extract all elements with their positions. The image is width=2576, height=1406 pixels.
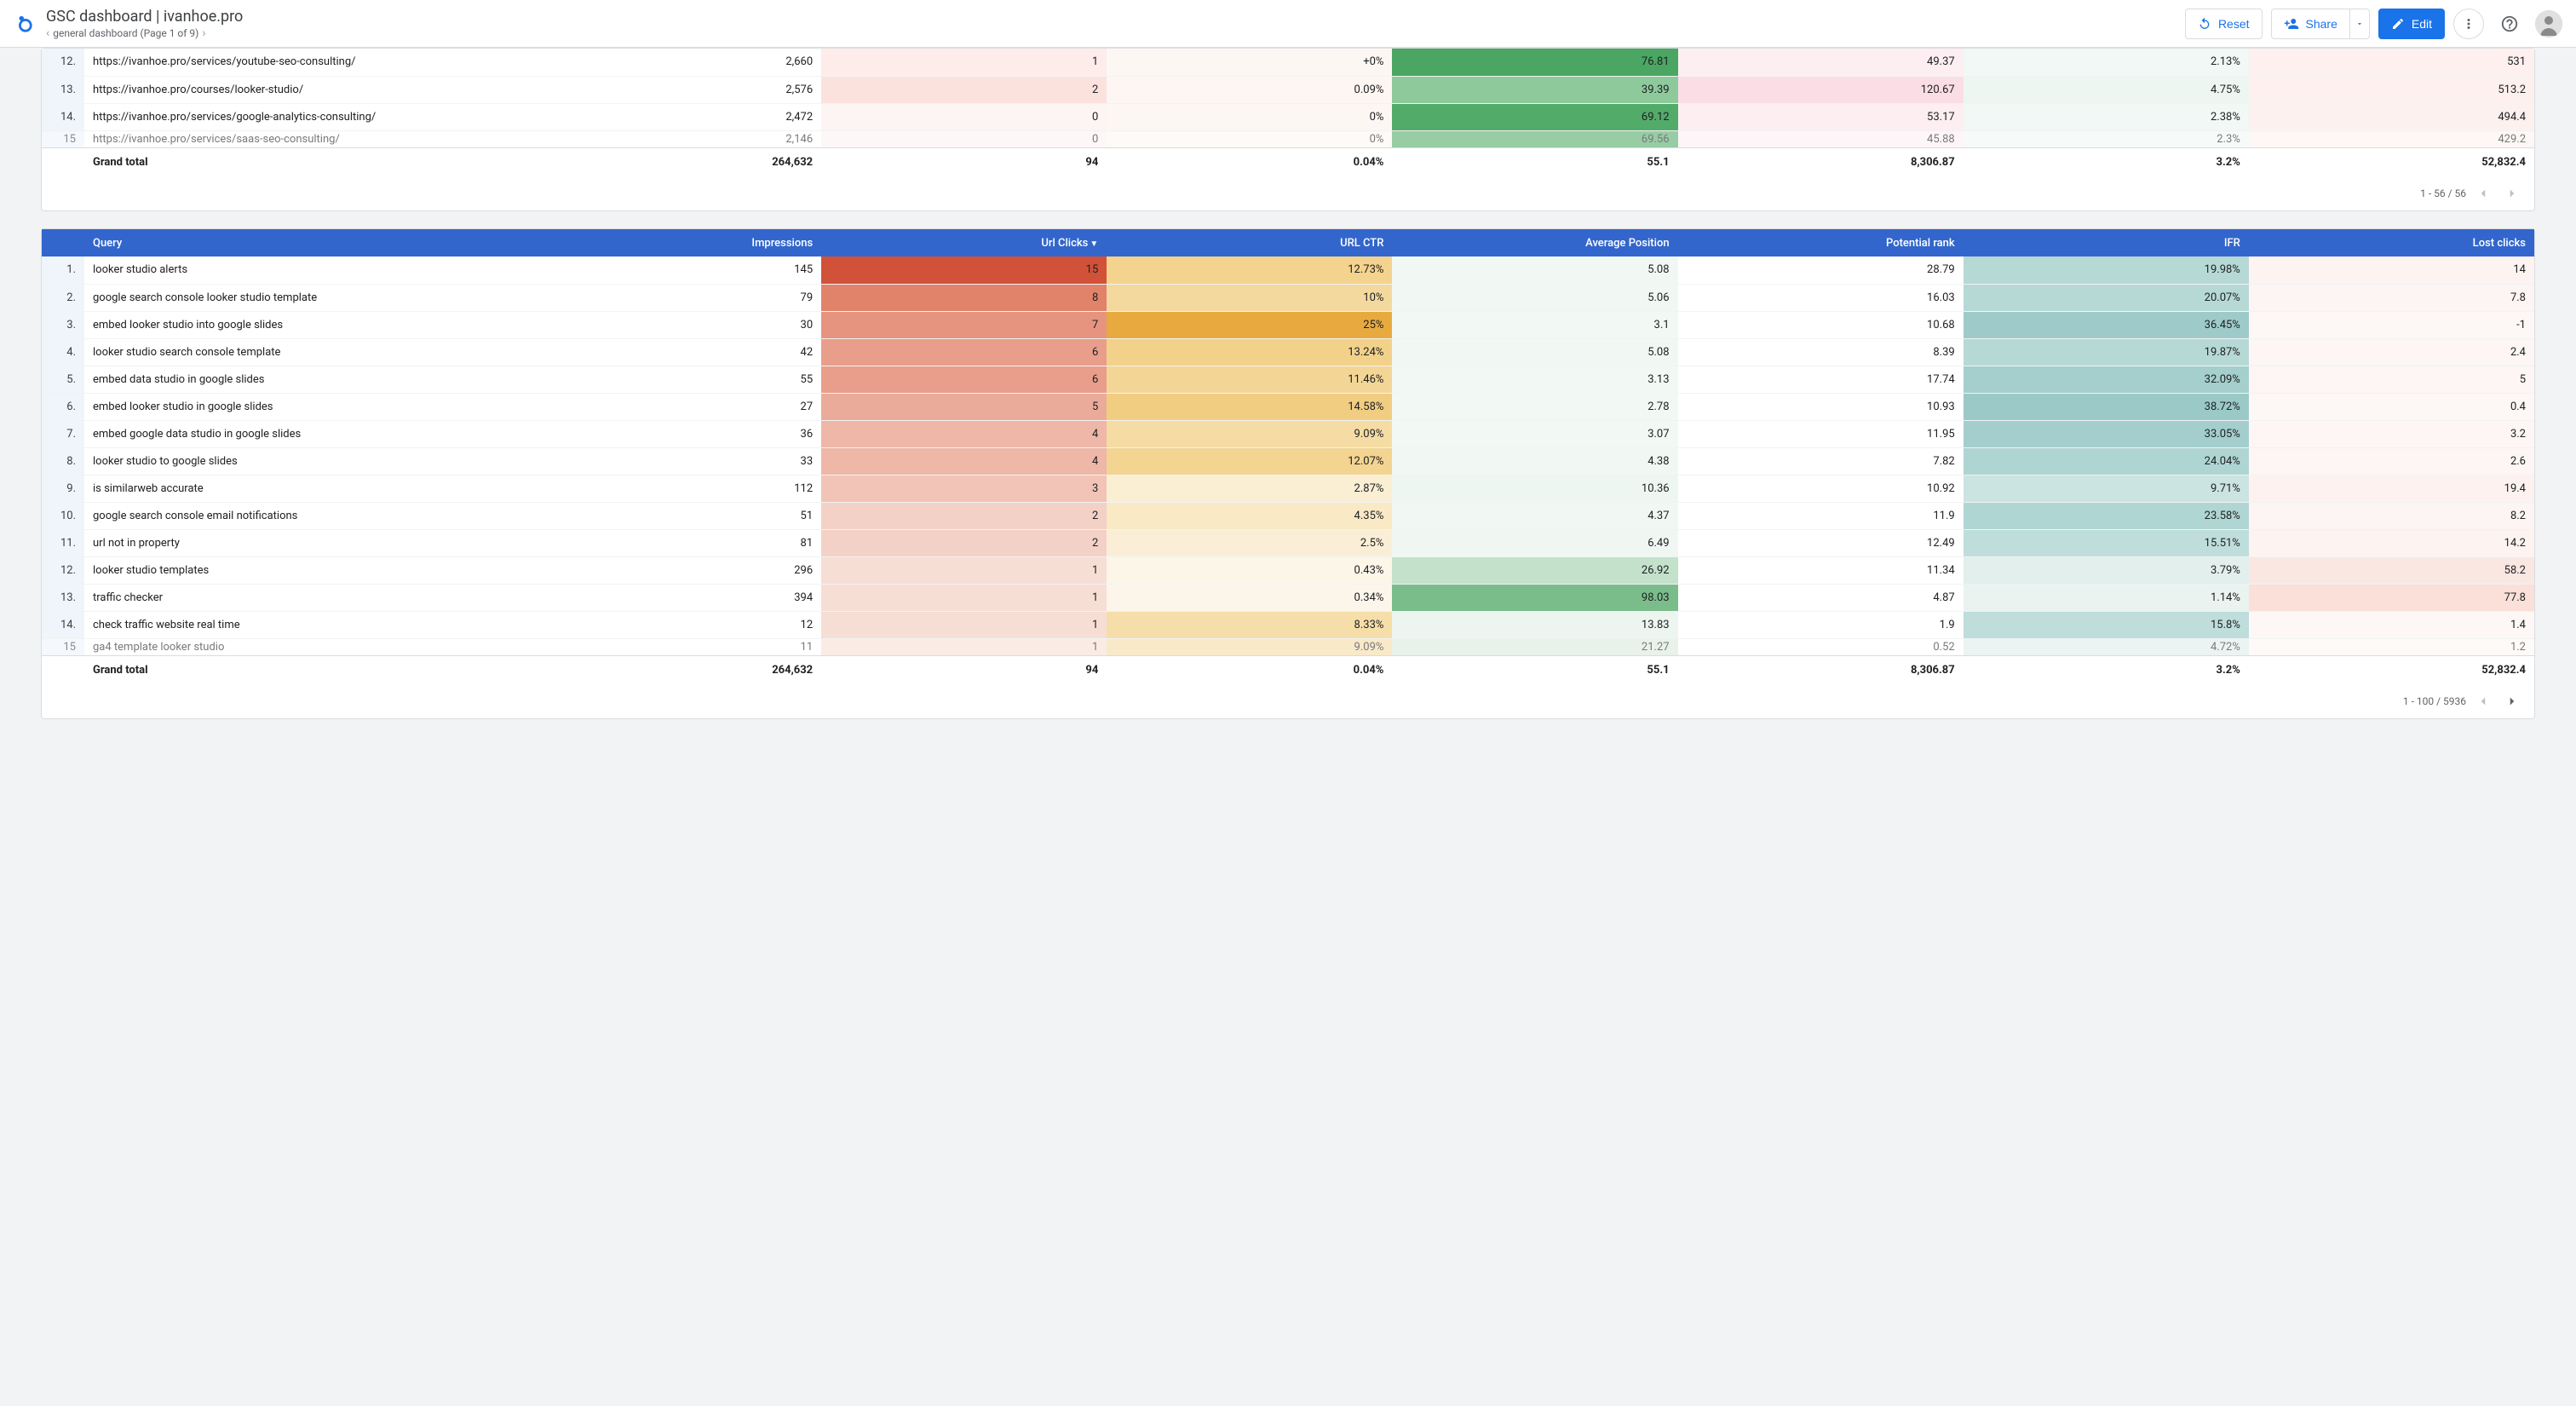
share-dropdown-button[interactable] bbox=[2350, 9, 2370, 39]
more-options-button[interactable] bbox=[2453, 9, 2484, 39]
query-table: Query Impressions Url Clicks▼ URL CTR Av… bbox=[42, 229, 2534, 684]
url-table-pager: 1 - 56 / 56 bbox=[42, 176, 2534, 210]
pager-prev-button[interactable] bbox=[2471, 182, 2495, 205]
table-row[interactable]: 2.google search console looker studio te… bbox=[42, 284, 2534, 311]
table-row[interactable]: 13.https://ivanhoe.pro/courses/looker-st… bbox=[42, 76, 2534, 103]
col-lost-clicks[interactable]: Lost clicks bbox=[2249, 229, 2534, 256]
url-grand-total-row: Grand total 264,632 94 0.04% 55.1 8,306.… bbox=[42, 147, 2534, 176]
col-potential-rank[interactable]: Potential rank bbox=[1678, 229, 1964, 256]
table-row[interactable]: 12.https://ivanhoe.pro/services/youtube-… bbox=[42, 49, 2534, 76]
reset-button[interactable]: Reset bbox=[2185, 9, 2263, 39]
reset-label: Reset bbox=[2218, 17, 2250, 31]
table-row-truncated: 15ga4 template looker studio1119.09%21.2… bbox=[42, 638, 2534, 655]
col-avg-position[interactable]: Average Position bbox=[1392, 229, 1677, 256]
chevron-left-icon[interactable]: ‹ bbox=[46, 26, 49, 40]
chevron-right-icon[interactable]: › bbox=[202, 26, 205, 40]
pager-next-button[interactable] bbox=[2500, 689, 2524, 713]
table-row[interactable]: 13.traffic checker39410.34%98.034.871.14… bbox=[42, 584, 2534, 611]
pager-range: 1 - 100 / 5936 bbox=[2403, 695, 2466, 707]
query-grand-total-row: Grand total 264,632 94 0.04% 55.1 8,306.… bbox=[42, 655, 2534, 684]
looker-studio-logo bbox=[14, 14, 34, 34]
table-row[interactable]: 10.google search console email notificat… bbox=[42, 502, 2534, 529]
col-query[interactable]: Query bbox=[84, 229, 536, 256]
share-button[interactable]: Share bbox=[2271, 9, 2350, 39]
table-row[interactable]: 1.looker studio alerts1451512.73%5.0828.… bbox=[42, 256, 2534, 284]
pager-range: 1 - 56 / 56 bbox=[2420, 187, 2466, 199]
more-vert-icon bbox=[2461, 16, 2476, 32]
grand-total-label: Grand total bbox=[84, 147, 536, 176]
url-table: 12.https://ivanhoe.pro/services/youtube-… bbox=[42, 49, 2534, 176]
query-table-card: Query Impressions Url Clicks▼ URL CTR Av… bbox=[41, 228, 2535, 719]
edit-label: Edit bbox=[2412, 17, 2432, 31]
table-row[interactable]: 5.embed data studio in google slides5561… bbox=[42, 366, 2534, 393]
table-row[interactable]: 4.looker studio search console template4… bbox=[42, 338, 2534, 366]
app-header: GSC dashboard | ivanhoe.pro ‹ general da… bbox=[0, 0, 2576, 48]
query-table-header-row: Query Impressions Url Clicks▼ URL CTR Av… bbox=[42, 229, 2534, 256]
page-title[interactable]: GSC dashboard | ivanhoe.pro bbox=[46, 8, 2185, 26]
table-row[interactable]: 8.looker studio to google slides33412.07… bbox=[42, 447, 2534, 475]
title-area: GSC dashboard | ivanhoe.pro ‹ general da… bbox=[46, 8, 2185, 40]
col-impressions[interactable]: Impressions bbox=[536, 229, 821, 256]
pencil-icon bbox=[2391, 17, 2405, 31]
col-ifr[interactable]: IFR bbox=[1964, 229, 2249, 256]
help-icon bbox=[2500, 14, 2519, 33]
table-row[interactable]: 11.url not in property8122.5%6.4912.4915… bbox=[42, 529, 2534, 556]
col-url-clicks[interactable]: Url Clicks▼ bbox=[821, 229, 1107, 256]
report-canvas: 12.https://ivanhoe.pro/services/youtube-… bbox=[0, 48, 2576, 1406]
query-table-pager: 1 - 100 / 5936 bbox=[42, 684, 2534, 718]
header-actions: Reset Share Edit bbox=[2185, 7, 2562, 41]
breadcrumb[interactable]: ‹ general dashboard (Page 1 of 9) › bbox=[46, 26, 2185, 40]
pager-next-button[interactable] bbox=[2500, 182, 2524, 205]
caret-down-icon bbox=[2355, 20, 2364, 28]
url-table-card: 12.https://ivanhoe.pro/services/youtube-… bbox=[41, 48, 2535, 211]
col-url-ctr[interactable]: URL CTR bbox=[1107, 229, 1392, 256]
table-row[interactable]: 14.https://ivanhoe.pro/services/google-a… bbox=[42, 103, 2534, 130]
avatar[interactable] bbox=[2535, 10, 2562, 37]
help-button[interactable] bbox=[2493, 7, 2527, 41]
table-row[interactable]: 12.looker studio templates29610.43%26.92… bbox=[42, 556, 2534, 584]
sort-desc-icon: ▼ bbox=[1090, 239, 1098, 249]
table-row[interactable]: 9.is similarweb accurate11232.87%10.3610… bbox=[42, 475, 2534, 502]
table-row[interactable]: 14.check traffic website real time1218.3… bbox=[42, 611, 2534, 638]
share-label: Share bbox=[2306, 17, 2337, 31]
table-row[interactable]: 7.embed google data studio in google sli… bbox=[42, 420, 2534, 447]
person-add-icon bbox=[2284, 16, 2299, 32]
grand-total-label: Grand total bbox=[84, 655, 536, 684]
table-row-truncated: 15https://ivanhoe.pro/services/saas-seo-… bbox=[42, 130, 2534, 147]
breadcrumb-label: general dashboard (Page 1 of 9) bbox=[53, 27, 198, 39]
table-row[interactable]: 3.embed looker studio into google slides… bbox=[42, 311, 2534, 338]
edit-button[interactable]: Edit bbox=[2378, 9, 2445, 39]
pager-prev-button[interactable] bbox=[2471, 689, 2495, 713]
table-row[interactable]: 6.embed looker studio in google slides27… bbox=[42, 393, 2534, 420]
share-button-group: Share bbox=[2271, 9, 2370, 39]
undo-icon bbox=[2198, 17, 2211, 31]
